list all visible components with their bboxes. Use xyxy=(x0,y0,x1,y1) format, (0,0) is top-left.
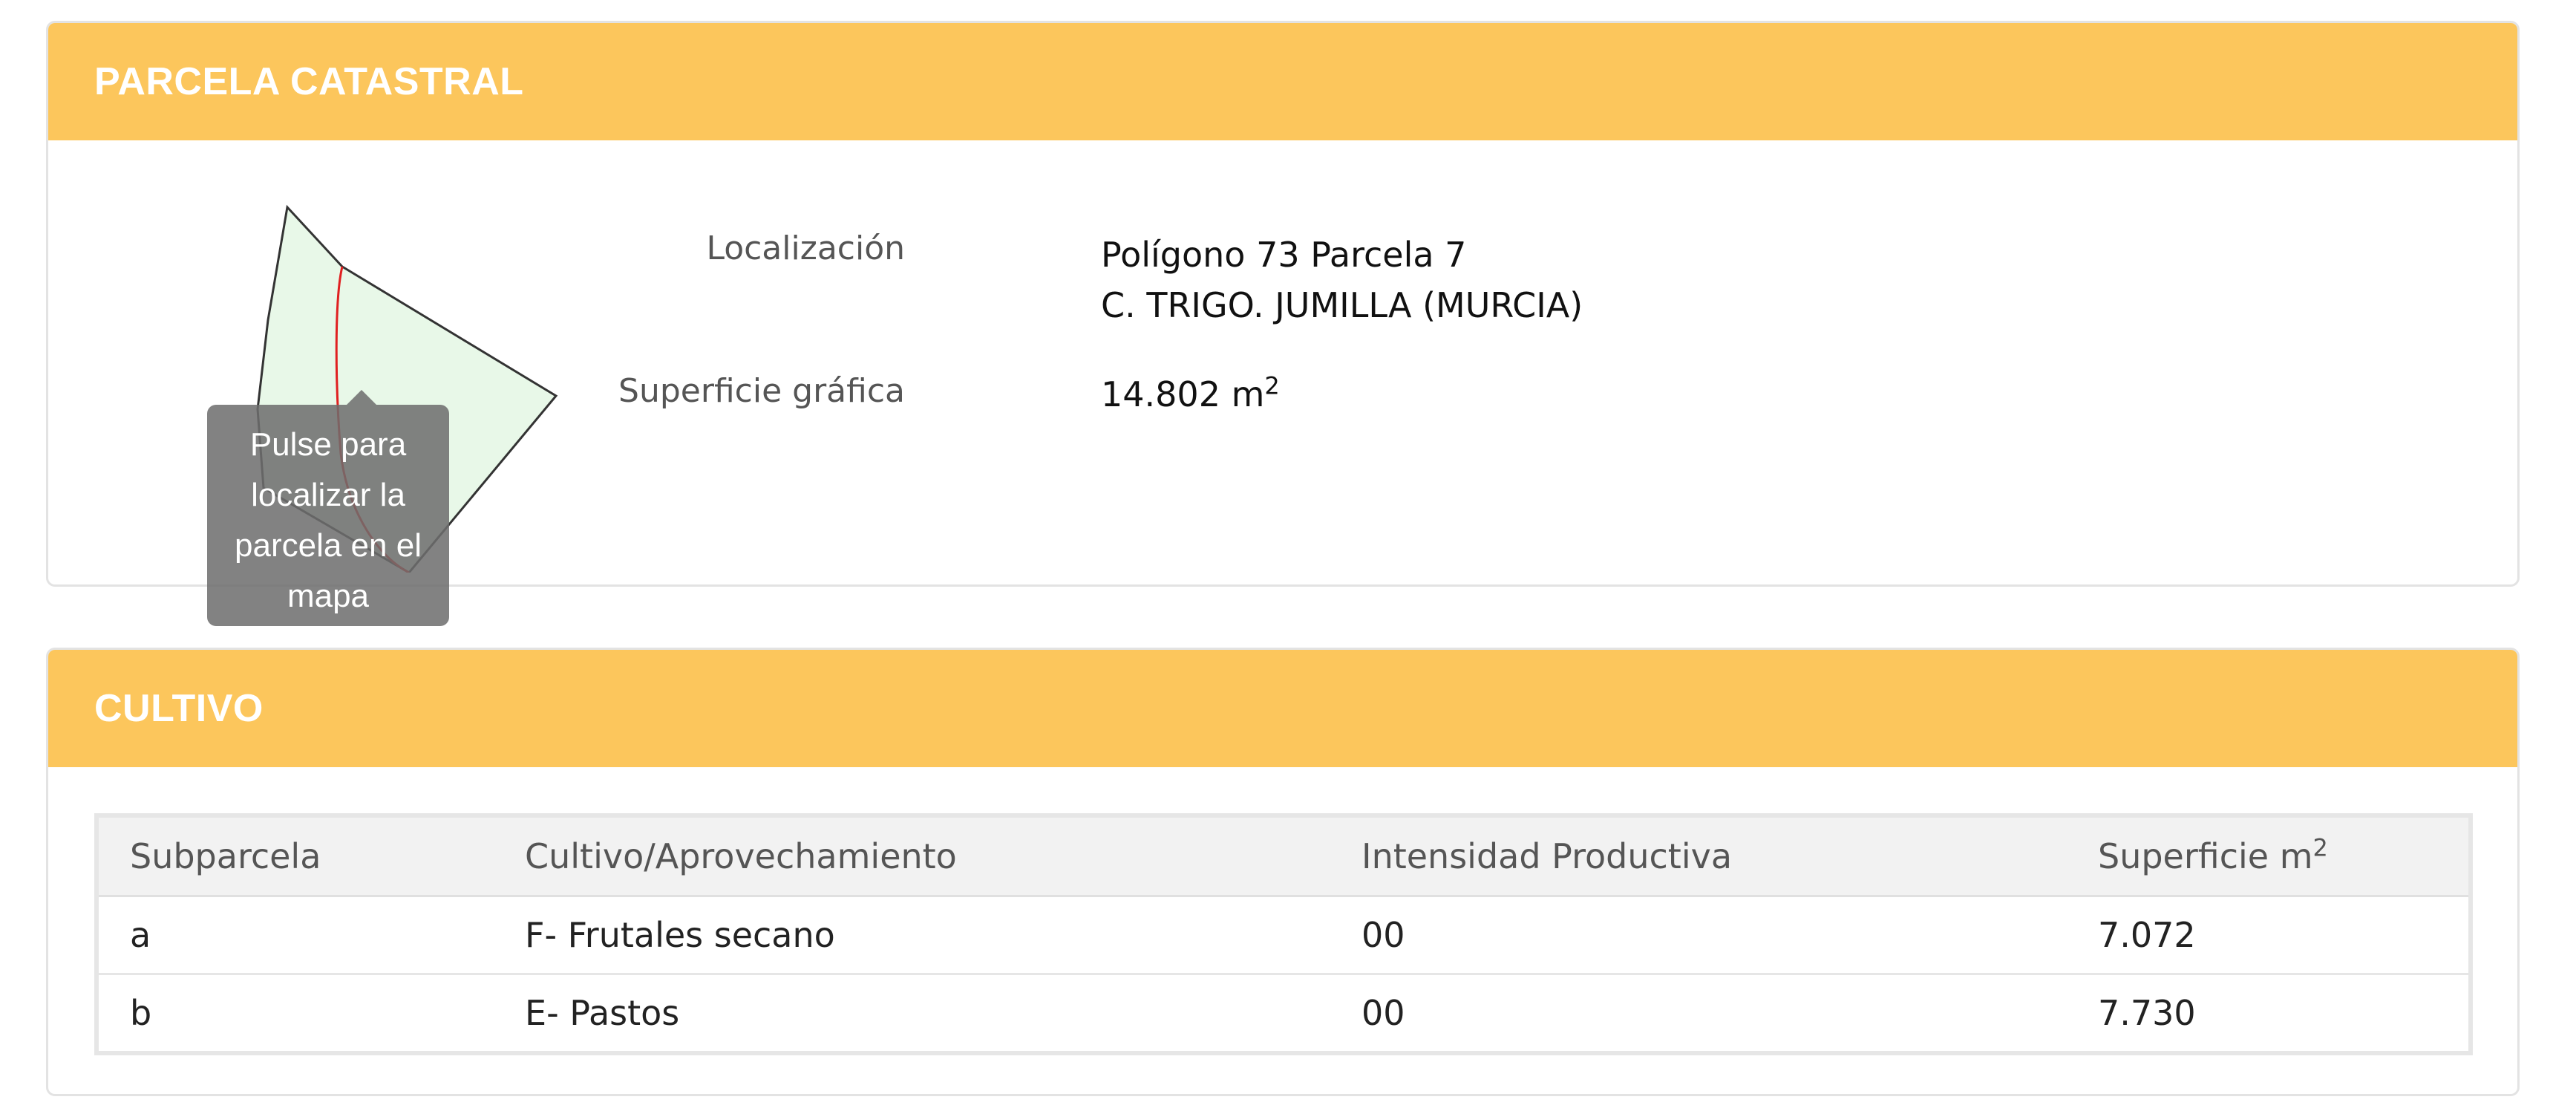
parcela-title: PARCELA CATASTRAL xyxy=(94,60,524,103)
column-header-intensidad: Intensidad Productiva xyxy=(1330,818,2067,897)
cell-subparcela: b xyxy=(130,993,152,1033)
column-header-cultivo: Cultivo/Aprovechamiento xyxy=(494,818,1330,897)
cultivo-table-container: Subparcela Cultivo/Aprovechamiento Inten… xyxy=(94,813,2473,1055)
locate-parcel-tooltip: Pulse para localizar la parcela en el ma… xyxy=(207,390,449,626)
superficie-grafica-value: 14.802 m2 xyxy=(1101,369,1280,420)
column-header-subparcela: Subparcela xyxy=(99,818,494,897)
cell-cultivo: F- Frutales secano xyxy=(494,896,1330,975)
cultivo-panel: CULTIVO Subparcela Cultivo/Aprovechamien… xyxy=(46,648,2520,1096)
cultivo-title: CULTIVO xyxy=(94,687,264,730)
superficie-number: 14.802 m xyxy=(1101,374,1265,414)
column-header-superficie: Superficie m2 xyxy=(2067,818,2468,897)
superficie-exponent: 2 xyxy=(1264,371,1280,400)
localizacion-line-1: Polígono 73 Parcela 7 xyxy=(1101,235,1467,275)
parcela-catastral-panel: PARCELA CATASTRAL Pulse para localizar l… xyxy=(46,21,2520,626)
table-header-row: Subparcela Cultivo/Aprovechamiento Inten… xyxy=(99,818,2468,897)
cell-intensidad: 00 xyxy=(1330,896,2067,975)
superficie-header-exponent: 2 xyxy=(2312,833,2328,862)
localizacion-value: Polígono 73 Parcela 7 C. TRIGO. JUMILLA … xyxy=(1101,229,1583,330)
superficie-header-text: Superficie m xyxy=(2098,836,2313,876)
localizacion-label: Localización xyxy=(706,229,905,267)
cell-subparcela: a xyxy=(99,896,494,975)
cell-cultivo: E- Pastos xyxy=(525,993,680,1033)
superficie-grafica-label: Superficie gráfica xyxy=(618,372,905,410)
parcela-header: PARCELA CATASTRAL xyxy=(48,23,2517,140)
cell-superficie: 7.730 xyxy=(2098,993,2196,1033)
cell-superficie: 7.072 xyxy=(2067,896,2468,975)
table-row: a F- Frutales secano 00 7.072 xyxy=(99,896,2468,975)
localizacion-line-2: C. TRIGO. JUMILLA (MURCIA) xyxy=(1101,285,1583,325)
tooltip-text: Pulse para localizar la parcela en el ma… xyxy=(235,426,422,614)
cultivo-header: CULTIVO xyxy=(48,650,2517,767)
cell-intensidad: 00 xyxy=(1361,993,1405,1033)
cultivo-table: Subparcela Cultivo/Aprovechamiento Inten… xyxy=(99,818,2468,1051)
table-row: b E- Pastos 00 7.730 xyxy=(99,974,2468,1052)
